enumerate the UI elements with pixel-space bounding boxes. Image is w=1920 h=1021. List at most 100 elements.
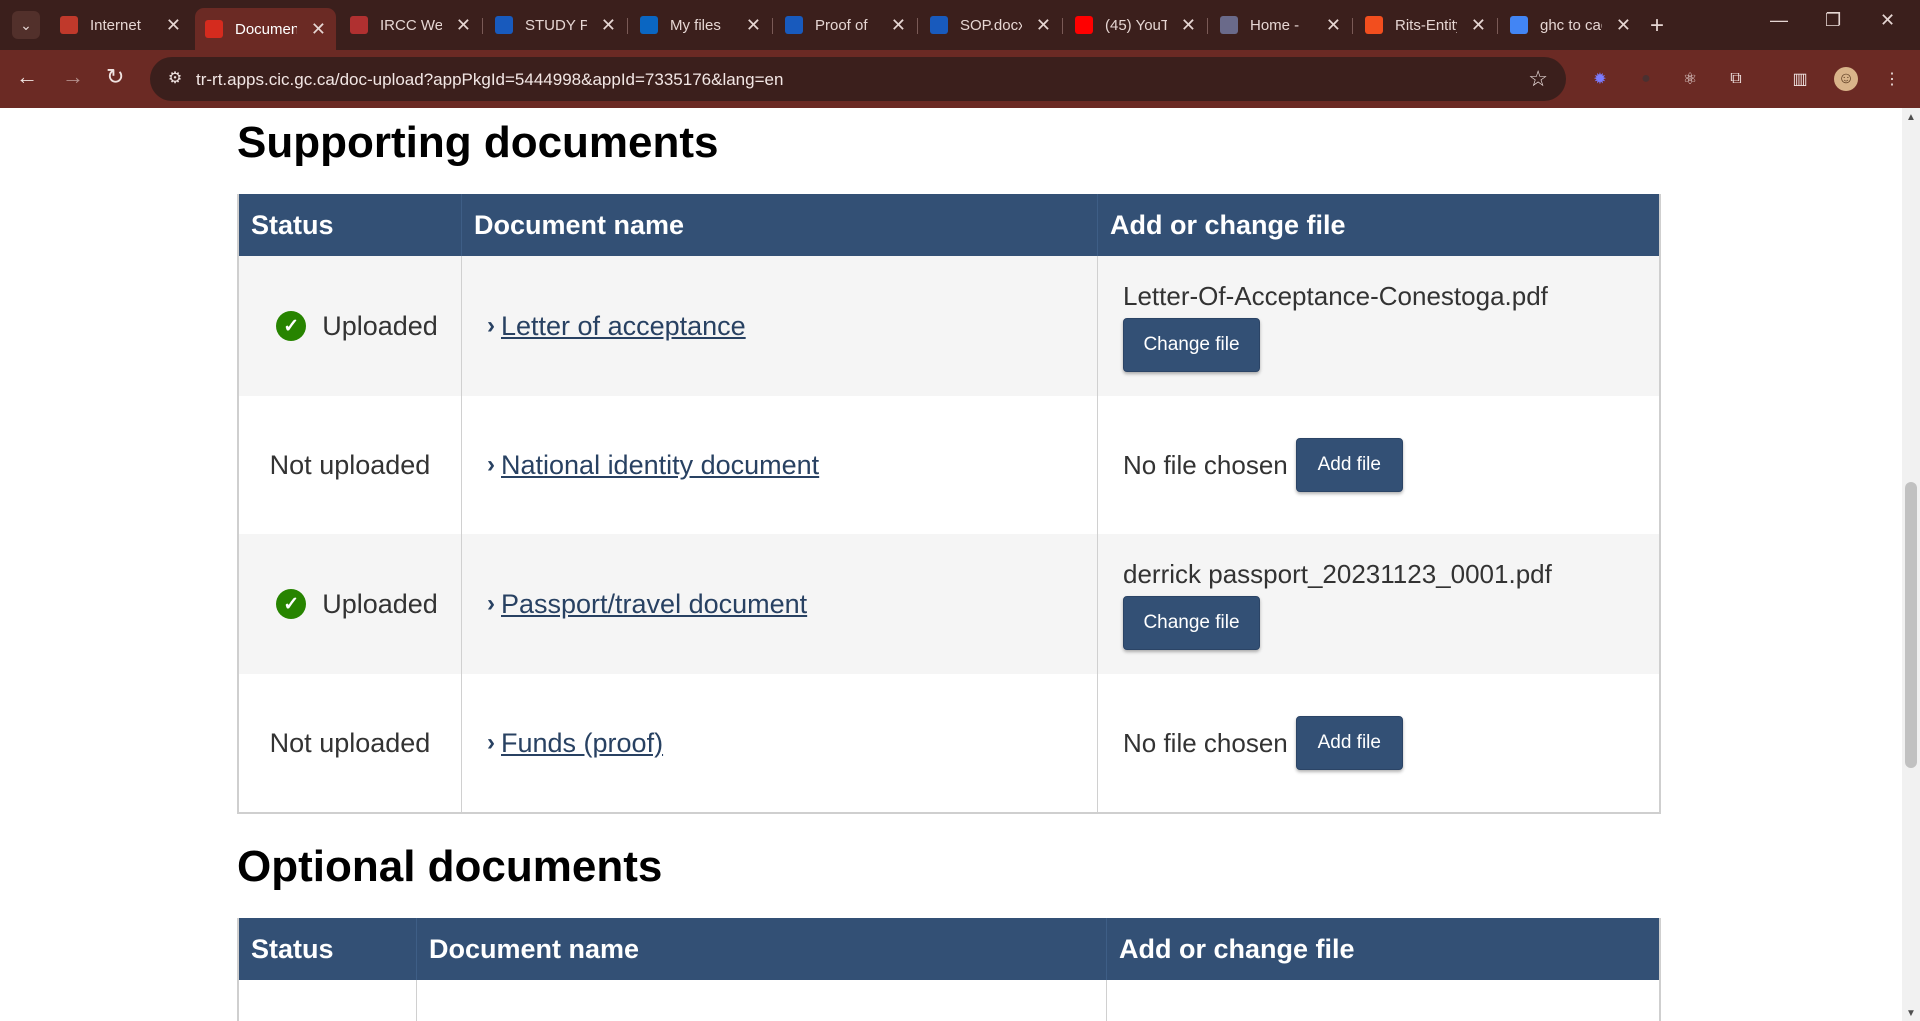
close-tab-icon[interactable]: ✕ (1616, 15, 1631, 36)
table-row: ✓ Uploaded › Passport/travel document derric… (239, 534, 1659, 674)
side-panel-icon[interactable]: ▥ (1788, 67, 1812, 91)
tab-title: STUDY PERMIT (525, 16, 587, 34)
document-name-cell: › Letter of acceptance (462, 256, 1098, 396)
document-link[interactable]: National identity document (501, 450, 819, 481)
close-tab-icon[interactable]: ✕ (601, 15, 616, 36)
react-devtools-icon[interactable]: ⚛ (1678, 67, 1702, 91)
browser-tab[interactable]: Proof of ✕ (775, 8, 916, 42)
site-info-icon[interactable]: ⚙ (164, 68, 186, 90)
table-row (239, 980, 1659, 1021)
google-icon (1510, 16, 1528, 34)
optional-documents-table: Status Document name Add or change file (237, 918, 1661, 1021)
browser-tab[interactable]: IRCC Web ✕ (340, 8, 481, 42)
reload-icon[interactable]: ↻ (106, 64, 124, 90)
status-text: Not uploaded (269, 727, 431, 758)
close-tab-icon[interactable]: ✕ (891, 15, 906, 36)
close-tab-icon[interactable]: ✕ (166, 15, 181, 36)
close-tab-icon[interactable]: ✕ (1181, 15, 1196, 36)
chevron-right-icon[interactable]: › (487, 590, 495, 618)
status-text: Uploaded (322, 588, 438, 619)
scroll-down-arrow-icon[interactable]: ▼ (1906, 1008, 1916, 1019)
close-tab-icon[interactable]: ✕ (311, 19, 326, 40)
file-name: No file chosen (1123, 727, 1288, 758)
browser-tab[interactable]: ghc to cad ✕ (1500, 8, 1641, 42)
document-link[interactable]: Funds (proof) (501, 728, 663, 759)
chevron-right-icon[interactable]: › (487, 312, 495, 340)
tab-title: Home - (1250, 16, 1300, 34)
ircc-icon (350, 16, 368, 34)
tab-title: SOP.docx (960, 16, 1022, 34)
close-window-icon[interactable]: ✕ (1880, 10, 1895, 31)
scroll-up-arrow-icon[interactable]: ▲ (1906, 112, 1916, 123)
file-name: Letter-Of-Acceptance-Conestoga.pdf (1123, 280, 1548, 311)
tab-title: (45) YouTube (1105, 16, 1167, 34)
file-cell: No file chosen Add file (1098, 396, 1659, 534)
close-tab-icon[interactable]: ✕ (1326, 15, 1341, 36)
change-file-button[interactable]: Change file (1123, 595, 1260, 650)
bookmark-star-icon[interactable]: ☆ (1528, 66, 1548, 92)
tab-title: My files (670, 16, 721, 34)
minimize-icon[interactable]: — (1770, 10, 1788, 31)
supporting-documents-table: Status Document name Add or change file … (237, 194, 1661, 814)
table-header: Status Document name Add or change file (239, 194, 1659, 256)
column-header-file: Add or change file (1119, 933, 1355, 964)
browser-tab[interactable]: Documents ✕ (195, 8, 336, 50)
new-tab-plus-icon[interactable]: + (1650, 12, 1664, 40)
close-tab-icon[interactable]: ✕ (746, 15, 761, 36)
browser-tab[interactable]: Home - ✕ (1210, 8, 1351, 42)
profile-avatar[interactable]: ☺ (1834, 67, 1858, 91)
document-name-cell: › Funds (proof) (462, 674, 1098, 812)
add-file-button[interactable]: Add file (1295, 716, 1403, 770)
change-file-button[interactable]: Change file (1123, 317, 1260, 372)
browser-tab[interactable]: Rits-Entity ✕ (1355, 8, 1496, 42)
document-link[interactable]: Letter of acceptance (501, 311, 746, 342)
figma-icon (1365, 16, 1383, 34)
back-arrow-icon[interactable]: ← (16, 64, 38, 90)
table-header: Status Document name Add or change file (239, 918, 1659, 980)
close-tab-icon[interactable]: ✕ (1471, 15, 1486, 36)
onedrive-icon (640, 16, 658, 34)
browser-tab[interactable]: SOP.docx ✕ (920, 8, 1061, 42)
tab-search-button[interactable]: ⌄ (12, 11, 40, 39)
home-site-icon (1220, 16, 1238, 34)
browser-tab[interactable]: Internet ✕ (50, 8, 191, 42)
close-tab-icon[interactable]: ✕ (456, 15, 471, 36)
menu-kebab-icon[interactable]: ⋮ (1880, 67, 1904, 91)
tab-title: Proof of (815, 16, 868, 34)
uploaded-check-icon: ✓ (276, 311, 307, 341)
document-link[interactable]: Passport/travel document (501, 589, 807, 620)
extension-dark-icon[interactable]: ● (1634, 67, 1658, 91)
close-tab-icon[interactable]: ✕ (1036, 15, 1051, 36)
chevron-right-icon[interactable]: › (487, 451, 495, 479)
extension-gear-icon[interactable]: ✹ (1588, 67, 1612, 91)
scroll-thumb[interactable] (1905, 482, 1917, 768)
address-bar[interactable]: ⚙ tr-rt.apps.cic.gc.ca/doc-upload?appPkg… (150, 57, 1566, 101)
tab-separator (917, 18, 918, 34)
url-text[interactable]: tr-rt.apps.cic.gc.ca/doc-upload?appPkgId… (196, 70, 783, 90)
chevron-right-icon[interactable]: › (487, 729, 495, 757)
supporting-documents-heading: Supporting documents (237, 118, 719, 167)
tab-separator (1497, 18, 1498, 34)
browser-tab[interactable]: (45) YouTube ✕ (1065, 8, 1206, 42)
word-icon (785, 16, 803, 34)
page-scrollbar[interactable]: ▲ ▼ (1902, 108, 1920, 1021)
browser-tab[interactable]: STUDY PERMIT ✕ (485, 8, 626, 42)
extensions-puzzle-icon[interactable]: ⧉ (1724, 67, 1748, 91)
status-text: Not uploaded (269, 449, 431, 480)
restore-icon[interactable]: ❐ (1825, 10, 1841, 31)
column-header-status: Status (239, 918, 417, 980)
tab-title: IRCC Web (380, 16, 442, 34)
status-cell: Not uploaded (239, 674, 462, 812)
column-header-status: Status (239, 194, 462, 256)
document-name-cell: › Passport/travel document (462, 534, 1098, 674)
uploaded-check-icon: ✓ (276, 589, 307, 619)
word-icon (930, 16, 948, 34)
tab-separator (1207, 18, 1208, 34)
browser-toolbar: ← → ↻ ⚙ tr-rt.apps.cic.gc.ca/doc-upload?… (0, 50, 1920, 108)
forward-arrow-icon[interactable]: → (62, 64, 84, 90)
column-header-document-name: Document name (462, 194, 1098, 256)
globe-red-icon (60, 16, 78, 34)
add-file-button[interactable]: Add file (1295, 438, 1403, 492)
tab-separator (482, 18, 483, 34)
browser-tab[interactable]: My files ✕ (630, 8, 771, 42)
